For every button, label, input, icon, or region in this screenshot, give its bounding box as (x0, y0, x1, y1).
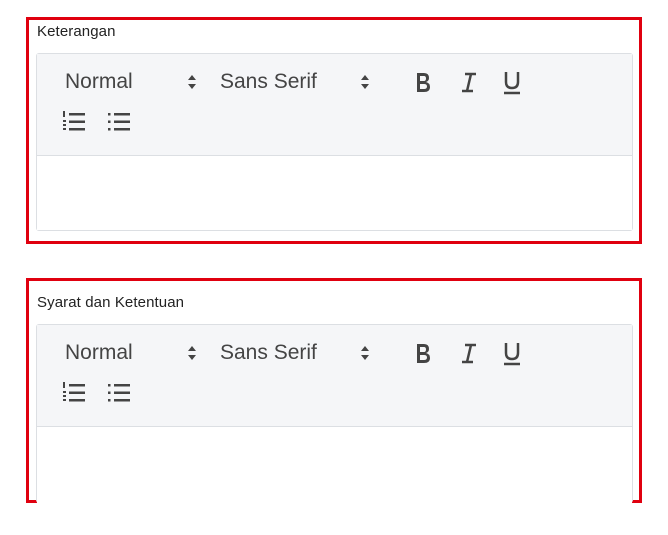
rich-text-editor: Normal Sans Serif (36, 324, 633, 503)
font-picker[interactable]: Sans Serif (220, 341, 375, 367)
section-label: Keterangan (37, 23, 116, 40)
ordered-list-button[interactable] (60, 379, 88, 407)
up-down-arrows-icon (187, 344, 197, 362)
italic-button[interactable] (455, 68, 483, 96)
rich-text-editor: Normal Sans Serif (36, 53, 633, 231)
size-picker[interactable]: Normal (65, 341, 205, 367)
keterangan-section: Keterangan Normal Sans Serif (26, 17, 642, 244)
underline-icon (504, 72, 520, 95)
bold-icon (417, 344, 430, 363)
ordered-list-icon (63, 111, 85, 131)
up-down-arrows-icon (360, 73, 370, 91)
font-picker-label: Sans Serif (220, 341, 317, 364)
italic-icon (462, 343, 476, 364)
ordered-list-icon (63, 382, 85, 402)
size-picker-label: Normal (65, 70, 133, 93)
editor-content-area[interactable] (37, 427, 632, 503)
up-down-arrows-icon (187, 73, 197, 91)
syarat-dan-ketentuan-section: Syarat dan Ketentuan Normal Sans Serif (26, 278, 642, 503)
bold-icon (417, 73, 430, 92)
size-picker[interactable]: Normal (65, 70, 205, 96)
section-label: Syarat dan Ketentuan (37, 294, 185, 311)
bullet-list-icon (108, 113, 130, 131)
underline-button[interactable] (498, 339, 526, 367)
editor-toolbar: Normal Sans Serif (37, 54, 632, 156)
underline-icon (504, 343, 520, 366)
bold-button[interactable] (409, 68, 437, 96)
bullet-list-button[interactable] (105, 379, 133, 407)
ordered-list-button[interactable] (60, 108, 88, 136)
editor-toolbar: Normal Sans Serif (37, 325, 632, 427)
italic-button[interactable] (455, 339, 483, 367)
editor-content-area[interactable] (37, 156, 632, 230)
font-picker-label: Sans Serif (220, 70, 317, 93)
bullet-list-icon (108, 384, 130, 402)
font-picker[interactable]: Sans Serif (220, 70, 375, 96)
bold-button[interactable] (409, 339, 437, 367)
bullet-list-button[interactable] (105, 108, 133, 136)
size-picker-label: Normal (65, 341, 133, 364)
underline-button[interactable] (498, 68, 526, 96)
up-down-arrows-icon (360, 344, 370, 362)
italic-icon (462, 72, 476, 93)
